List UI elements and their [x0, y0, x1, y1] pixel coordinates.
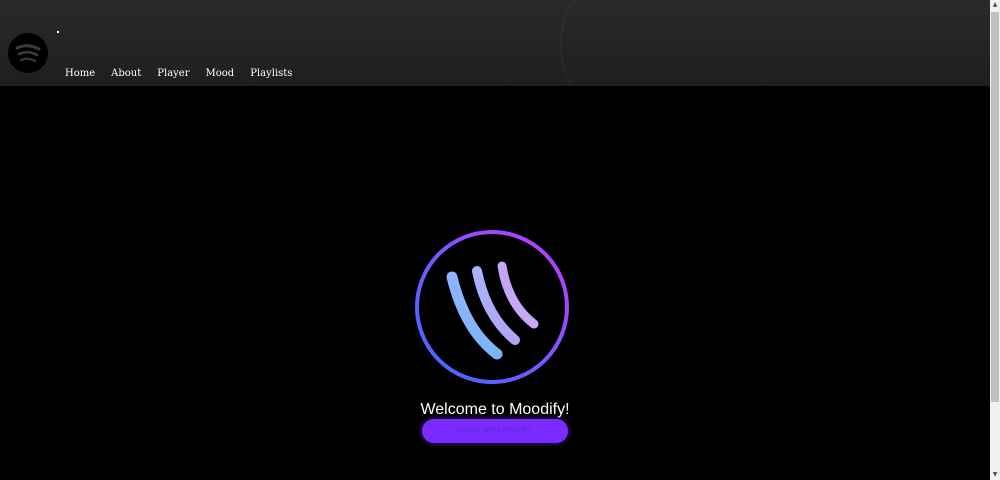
moodify-logo-icon	[413, 228, 571, 386]
nav-playlists[interactable]: Playlists	[250, 68, 292, 79]
login-button[interactable]: LOGIN WITH SPOTIFY	[422, 419, 568, 443]
scroll-up-icon[interactable]: ▲	[990, 0, 1000, 10]
scrollbar-thumb[interactable]	[991, 12, 999, 402]
header: Home About Player Mood Playlists	[0, 0, 990, 86]
welcome-heading: Welcome to Moodify!	[420, 401, 570, 418]
nav-home[interactable]: Home	[65, 68, 95, 79]
header-dot	[57, 31, 59, 33]
nav-about[interactable]: About	[111, 68, 141, 79]
header-decoration	[560, 0, 652, 86]
nav-mood[interactable]: Mood	[206, 68, 235, 79]
spotify-icon[interactable]	[8, 33, 48, 73]
main-nav: Home About Player Mood Playlists	[65, 68, 308, 79]
scroll-down-icon[interactable]: ▼	[990, 470, 1000, 480]
vertical-scrollbar[interactable]: ▲ ▼	[990, 0, 1000, 480]
nav-player[interactable]: Player	[157, 68, 189, 79]
page: Home About Player Mood Playlists Welcome…	[0, 0, 1000, 480]
